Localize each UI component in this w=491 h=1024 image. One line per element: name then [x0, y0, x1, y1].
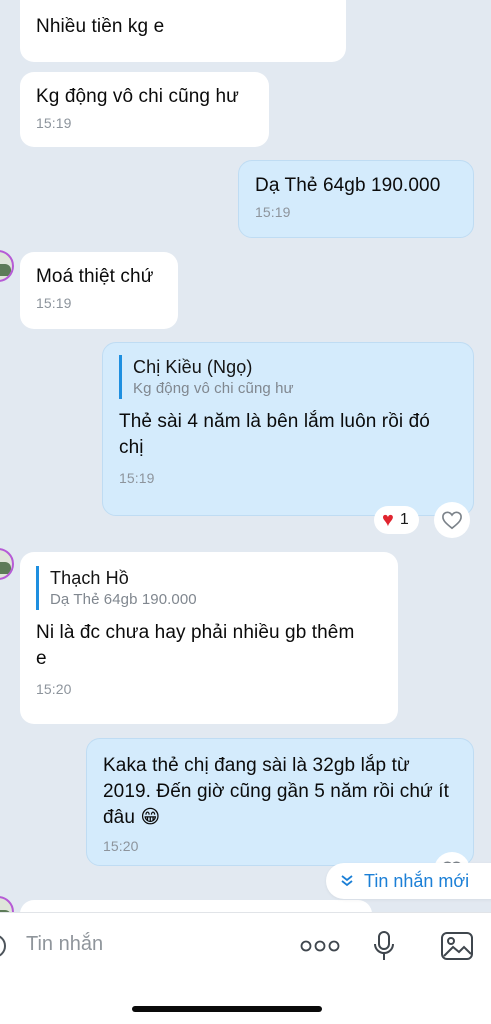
message-bubble-outgoing[interactable]: Dạ Thẻ 64gb 190.000 15:19 — [238, 160, 474, 238]
quote-author: Chị Kiều (Ngọ) — [133, 357, 253, 377]
message-time: 15:19 — [255, 204, 291, 220]
heart-icon: ♥ — [382, 509, 394, 531]
reply-quote[interactable]: Thạch Hồ Dạ Thẻ 64gb 190.000 — [36, 566, 382, 610]
message-text: Kg động vô chi cũng hư — [36, 86, 239, 107]
message-bubble-incoming[interactable]: Thạch Hồ Dạ Thẻ 64gb 190.000 Ni là đc ch… — [20, 552, 398, 724]
message-text: Nhiều tiền kg e — [36, 16, 165, 37]
reaction-count: 1 — [399, 511, 409, 528]
sticker-icon[interactable] — [0, 933, 8, 959]
message-input[interactable]: Tin nhắn — [26, 933, 103, 956]
home-indicator-area — [0, 978, 491, 1024]
home-indicator[interactable] — [132, 1006, 322, 1012]
message-time: 15:19 — [36, 115, 72, 131]
message-text: Moá thiệt chứ — [36, 266, 154, 287]
avatar[interactable] — [0, 896, 14, 912]
message-time: 15:19 — [119, 470, 155, 486]
quote-text: Kg động vô chi cũng hư — [133, 380, 294, 397]
message-text: Dạ Thẻ 64gb 190.000 — [255, 175, 441, 196]
message-bubble-outgoing[interactable]: Chị Kiều (Ngọ) Kg động vô chi cũng hư Th… — [102, 342, 474, 516]
microphone-icon[interactable] — [372, 930, 396, 962]
avatar[interactable] — [0, 250, 14, 282]
reaction-summary[interactable]: ♥ 1 — [374, 506, 419, 534]
message-time: 15:19 — [36, 295, 72, 311]
avatar[interactable] — [0, 548, 14, 580]
message-bubble-incoming[interactable]: Moá thiệt chứ 15:19 — [20, 252, 178, 329]
message-time: 15:20 — [103, 838, 139, 854]
message-bubble-incoming[interactable]: Nhiều tiền kg e — [20, 0, 346, 62]
composer-bar: Tin nhắn — [0, 912, 491, 978]
quote-text: Dạ Thẻ 64gb 190.000 — [50, 591, 197, 608]
message-bubble-incoming[interactable] — [20, 900, 372, 912]
new-messages-label: Tin nhắn mới — [364, 870, 470, 891]
message-bubble-outgoing[interactable]: Kaka thẻ chị đang sài là 32gb lắp từ 201… — [86, 738, 474, 866]
reply-quote[interactable]: Chị Kiều (Ngọ) Kg động vô chi cũng hư — [119, 355, 457, 399]
quote-author: Thạch Hồ — [50, 568, 129, 588]
message-text: Kaka thẻ chị đang sài là 32gb lắp từ 201… — [103, 755, 449, 828]
new-messages-button[interactable]: Tin nhắn mới — [326, 863, 491, 899]
image-icon[interactable] — [440, 931, 474, 961]
heart-outline-icon — [442, 511, 462, 530]
more-icon[interactable] — [300, 939, 340, 953]
react-button[interactable] — [434, 502, 470, 538]
message-text: Ni là đc chưa hay phải nhiều gb thêm e — [36, 622, 355, 669]
message-time: 15:20 — [36, 681, 72, 697]
chevron-down-double-icon — [341, 875, 353, 887]
message-bubble-incoming[interactable]: Kg động vô chi cũng hư 15:19 — [20, 72, 269, 147]
message-text: Thẻ sài 4 năm là bên lắm luôn rồi đó chị — [119, 411, 430, 458]
chat-area[interactable]: Nhiều tiền kg e Kg động vô chi cũng hư 1… — [0, 0, 491, 912]
